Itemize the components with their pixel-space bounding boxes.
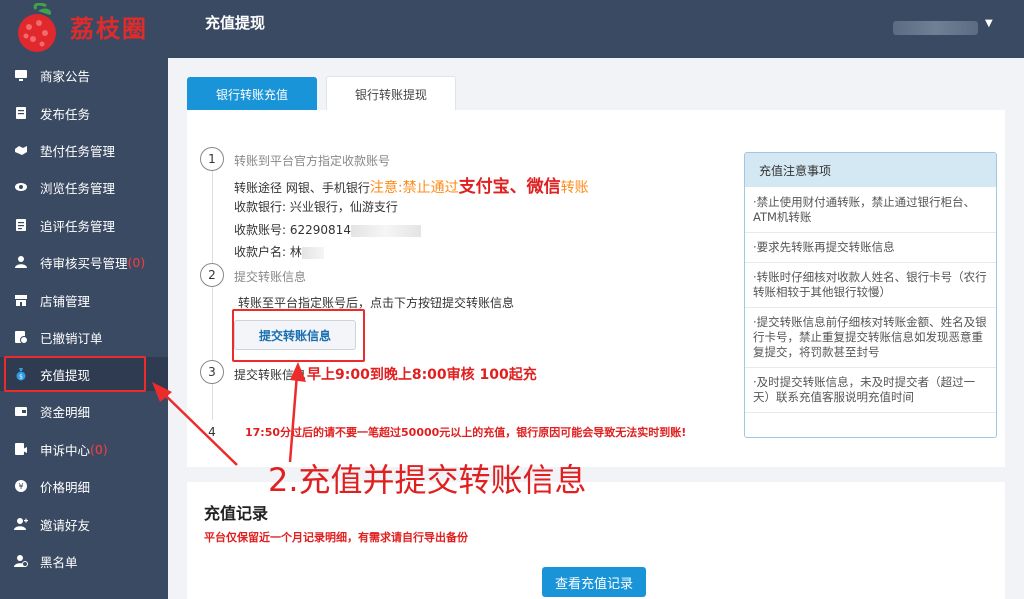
note-item: ·及时提交转账信息，未及时提交者（超过一天）联系充值客服说明充值时间 [745, 368, 996, 413]
svg-text:¥: ¥ [18, 482, 23, 491]
step-number: 4 [208, 425, 216, 439]
page-title: 充值提现 [205, 14, 266, 32]
recharge-notes-box: 充值注意事项 ·禁止使用财付通转账，禁止通过银行柜台、ATM机转账 ·要求先转账… [744, 152, 997, 438]
warning-suffix: 转账 [560, 180, 589, 196]
name-value: 林 [289, 245, 302, 259]
account-value: 62290814 [289, 223, 351, 237]
sidebar-item-label: 追评任务管理 [40, 218, 116, 234]
sidebar-item-invite-friends[interactable]: 邀请好友 [0, 507, 168, 541]
sidebar-item-shop-management[interactable]: 店铺管理 [0, 283, 168, 317]
handshake-icon [14, 143, 28, 157]
sidebar-item-pending-accounts[interactable]: 待审核买号管理 (0) [0, 245, 168, 279]
sidebar-item-label: 商家公告 [40, 68, 91, 84]
warning-bold: 支付宝、微信 [458, 177, 561, 197]
count-badge: (0) [90, 441, 108, 457]
records-title: 充值记录 [204, 504, 269, 523]
name-label: 收款户名: [234, 245, 287, 259]
sidebar-item-blacklist[interactable]: 黑名单 [0, 544, 168, 578]
step-number: 2 [200, 263, 224, 287]
sidebar-item-review-task[interactable]: 追评任务管理 [0, 208, 168, 242]
sidebar-item-label: 已撤销订单 [40, 330, 103, 346]
sidebar-item-label: 垫付任务管理 [40, 143, 116, 159]
user-icon [14, 255, 28, 269]
large-amount-warning: 17:50分过后的请不要一笔超过50000元以上的充值，银行原因可能会导致无法实… [245, 426, 687, 439]
transfer-route-row: 转账途径 网银、手机银行注意:禁止通过支付宝、微信转账 [234, 172, 589, 197]
note-item: ·转账时仔细核对收款人姓名、银行卡号（农行转账相较于其他银行较慢） [745, 263, 996, 308]
sidebar-item-label: 申诉中心 [40, 442, 91, 458]
review-time-text: 早上9:00到晚上8:00审核 100起充 [307, 367, 537, 383]
clipboard-clock-icon [14, 330, 28, 344]
account-blur [350, 224, 421, 237]
store-icon [14, 293, 28, 307]
bank-row: 收款银行: 兴业银行，仙游支行 [234, 198, 398, 215]
sidebar-item-label: 价格明细 [40, 479, 91, 495]
tab-bank-transfer-withdraw[interactable]: 银行转账提现 [326, 76, 456, 111]
note-item: ·禁止使用财付通转账，禁止通过银行柜台、ATM机转账 [745, 187, 996, 233]
logo[interactable]: 荔枝圈 [8, 3, 178, 55]
user-plus-icon [14, 517, 28, 531]
sidebar-item-label: 浏览任务管理 [40, 180, 116, 196]
highlight-box [232, 309, 365, 362]
user-block-icon [14, 554, 28, 568]
sidebar: 商家公告 发布任务 垫付任务管理 浏览任务管理 追评任务管理 待审核买号管理 (0… [0, 58, 168, 599]
appeal-icon [14, 442, 28, 456]
warning-prefix: 注意:禁止通过 [369, 180, 459, 196]
annotation-label: 2.充值并提交转账信息 [268, 461, 587, 499]
note-item: ·提交转账信息前仔细核对转账金额、姓名及银行卡号，禁止重复提交转账信息如发现恶意… [745, 308, 996, 368]
step-title: 提交转账信息 [234, 368, 307, 382]
sidebar-item-label: 黑名单 [40, 554, 78, 570]
sidebar-item-label: 发布任务 [40, 106, 91, 122]
logo-text: 荔枝圈 [70, 15, 148, 43]
sidebar-item-label: 邀请好友 [40, 517, 91, 533]
route-value: 网银、手机银行 [285, 181, 370, 195]
sidebar-item-browse-task[interactable]: 浏览任务管理 [0, 170, 168, 204]
highlight-box [4, 356, 146, 392]
name-blur [301, 246, 324, 259]
lychee-logo-icon [18, 3, 56, 52]
top-bar: 荔枝圈 充值提现 ▼ [0, 0, 1024, 58]
step-number: 3 [200, 360, 224, 384]
bank-label: 收款银行: [234, 200, 287, 214]
tab-bank-transfer-recharge[interactable]: 银行转账充值 [187, 77, 317, 111]
view-records-button[interactable]: 查看充值记录 [542, 567, 646, 597]
bank-value: 兴业银行，仙游支行 [289, 200, 398, 214]
user-name-blurred[interactable] [893, 21, 978, 35]
sidebar-item-price-details[interactable]: ¥ 价格明细 [0, 469, 168, 503]
account-name-row: 收款户名: 林 [234, 243, 324, 260]
chevron-down-icon[interactable]: ▼ [985, 18, 993, 29]
sidebar-item-label: 资金明细 [40, 404, 91, 420]
step-title: 转账到平台官方指定收款账号 [234, 154, 391, 168]
records-subtitle: 平台仅保留近一个月记录明细，有需求请自行导出备份 [204, 531, 468, 544]
document-icon [14, 106, 28, 120]
monitor-icon [14, 68, 28, 82]
step-title: 提交转账信息 [234, 270, 307, 284]
eye-icon [14, 180, 28, 194]
wallet-icon [14, 404, 28, 418]
sidebar-item-announcements[interactable]: 商家公告 [0, 58, 168, 92]
route-label: 转账途径 [234, 181, 283, 195]
count-badge: (0) [127, 254, 146, 270]
note-item: ·要求先转账再提交转账信息 [745, 233, 996, 263]
account-label: 收款账号: [234, 223, 287, 237]
sidebar-item-label: 待审核买号管理 [40, 255, 128, 271]
sidebar-item-publish-task[interactable]: 发布任务 [0, 96, 168, 130]
sidebar-item-label: 店铺管理 [40, 293, 91, 309]
notes-title: 充值注意事项 [745, 153, 996, 187]
yen-icon: ¥ [14, 479, 28, 493]
sidebar-item-fund-details[interactable]: 资金明细 [0, 394, 168, 428]
account-row: 收款账号: 62290814 [234, 221, 421, 238]
step-number: 1 [200, 147, 224, 171]
sidebar-item-appeal-center[interactable]: 申诉中心 (0) [0, 432, 168, 466]
sidebar-item-cancelled-orders[interactable]: 已撤销订单 [0, 320, 168, 354]
list-icon [14, 218, 28, 232]
sidebar-item-advance-task[interactable]: 垫付任务管理 [0, 133, 168, 167]
